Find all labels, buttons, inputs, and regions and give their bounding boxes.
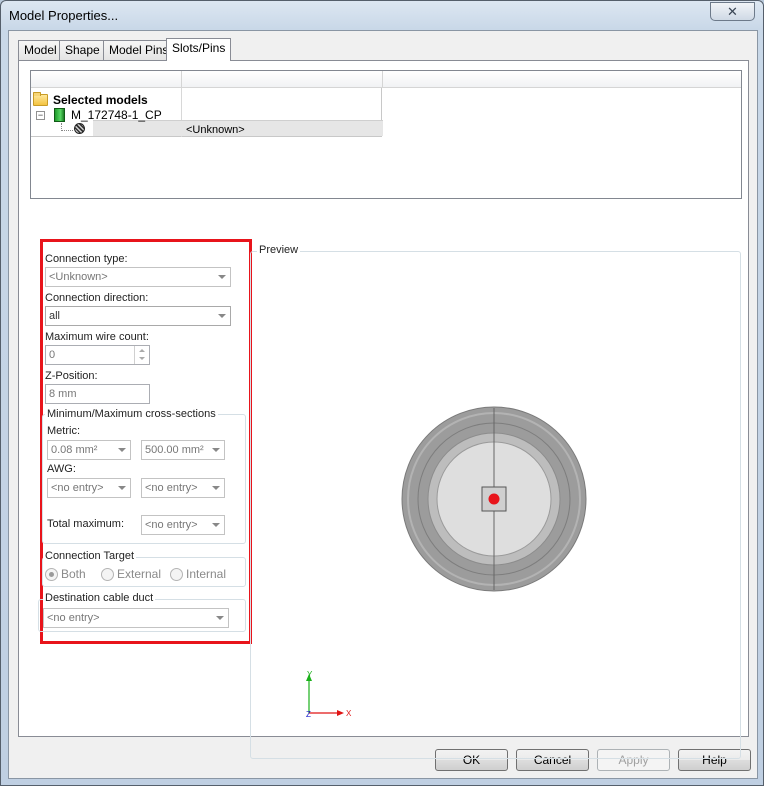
tab-slots-pins[interactable]: Slots/Pins	[166, 38, 232, 61]
tab-model-pins[interactable]: Model Pins	[103, 40, 175, 60]
connection-type-value: <Unknown>	[49, 271, 108, 283]
connection-direction-label: Connection direction:	[45, 292, 149, 304]
awg-max-value: <no entry>	[145, 482, 198, 494]
x-axis-label: X	[346, 709, 352, 718]
awg-min-value: <no entry>	[51, 482, 104, 494]
destination-duct-title: Destination cable duct	[43, 592, 156, 604]
radio-both-label[interactable]: Both	[61, 567, 86, 581]
chevron-down-icon	[118, 448, 126, 452]
window-title: Model Properties...	[9, 8, 119, 23]
total-max-value: <no entry>	[145, 519, 198, 531]
tab-model[interactable]: Model	[18, 40, 63, 60]
slot-tree-list[interactable]: Selected models − M_172748-1_CP <Unknown…	[30, 70, 742, 199]
preview-title: Preview	[257, 244, 301, 256]
slots-pins-panel: Selected models − M_172748-1_CP <Unknown…	[18, 60, 749, 759]
cross-sections-title: Minimum/Maximum cross-sections	[45, 408, 218, 420]
z-position-label: Z-Position:	[45, 370, 98, 382]
pin-marker	[488, 493, 500, 505]
max-wire-count-stepper[interactable]: 0	[45, 345, 150, 365]
chevron-down-icon	[212, 448, 220, 452]
radio-external-label[interactable]: External	[117, 567, 161, 581]
axis-triad: Y X Z	[306, 670, 352, 719]
spin-buttons[interactable]	[134, 346, 149, 364]
radio-internal-label[interactable]: Internal	[186, 567, 226, 581]
max-wire-count-label: Maximum wire count:	[45, 331, 149, 343]
awg-label: AWG:	[47, 463, 76, 475]
connection-type-label: Connection type:	[45, 253, 128, 265]
destination-duct-value: <no entry>	[47, 612, 100, 624]
z-position-field[interactable]: 8 mm	[45, 384, 150, 404]
chevron-down-icon	[216, 616, 224, 620]
spin-down-icon[interactable]	[139, 357, 145, 360]
dialog-window: Model Properties... ✕ Model Shape Model …	[0, 0, 764, 786]
radio-external[interactable]	[101, 568, 114, 581]
y-axis-label: Y	[307, 670, 313, 679]
tree-root-label[interactable]: Selected models	[53, 92, 148, 108]
chevron-down-icon	[118, 486, 126, 490]
chevron-down-icon	[212, 523, 220, 527]
header-divider[interactable]	[181, 71, 182, 88]
radio-internal[interactable]	[170, 568, 183, 581]
folder-icon	[33, 92, 48, 106]
chevron-down-icon	[212, 486, 220, 490]
max-wire-count-value: 0	[49, 349, 56, 361]
z-axis-label: Z	[306, 710, 311, 719]
metric-label: Metric:	[47, 425, 80, 437]
tree-model-label[interactable]: M_172748-1_CP	[71, 107, 162, 123]
close-button[interactable]: ✕	[710, 2, 755, 21]
destination-duct-select[interactable]: <no entry>	[43, 608, 229, 628]
connection-target-title: Connection Target	[43, 550, 137, 562]
connection-direction-value: all	[49, 310, 61, 322]
chevron-down-icon	[218, 314, 226, 318]
connection-type-select[interactable]: <Unknown>	[45, 267, 231, 287]
spin-up-icon[interactable]	[139, 349, 145, 352]
metric-max-value: 500.00 mm²	[145, 444, 204, 456]
metric-max-select[interactable]: 500.00 mm²	[141, 440, 225, 460]
total-max-select[interactable]: <no entry>	[141, 515, 225, 535]
awg-min-select[interactable]: <no entry>	[47, 478, 131, 498]
chevron-down-icon	[218, 275, 226, 279]
connection-direction-select[interactable]: all	[45, 306, 231, 326]
z-position-value: 8 mm	[49, 388, 77, 400]
metric-min-select[interactable]: 0.08 mm²	[47, 440, 131, 460]
header-divider[interactable]	[382, 71, 383, 88]
close-icon: ✕	[727, 3, 738, 19]
tree-header	[31, 71, 741, 88]
total-max-label: Total maximum:	[47, 518, 125, 530]
dialog-client: Model Shape Model Pins Slots/Pins Select…	[8, 30, 758, 779]
connector-preview-graphic	[401, 406, 587, 592]
slot-value[interactable]: <Unknown>	[186, 122, 245, 138]
awg-max-select[interactable]: <no entry>	[141, 478, 225, 498]
radio-both[interactable]	[45, 568, 58, 581]
slot-icon	[74, 123, 85, 134]
tab-shape[interactable]: Shape	[59, 40, 106, 60]
x-axis-arrow	[337, 710, 344, 716]
metric-min-value: 0.08 mm²	[51, 444, 98, 456]
tree-connector	[61, 130, 73, 131]
collapse-icon[interactable]: −	[36, 111, 45, 120]
model-icon	[54, 108, 65, 122]
